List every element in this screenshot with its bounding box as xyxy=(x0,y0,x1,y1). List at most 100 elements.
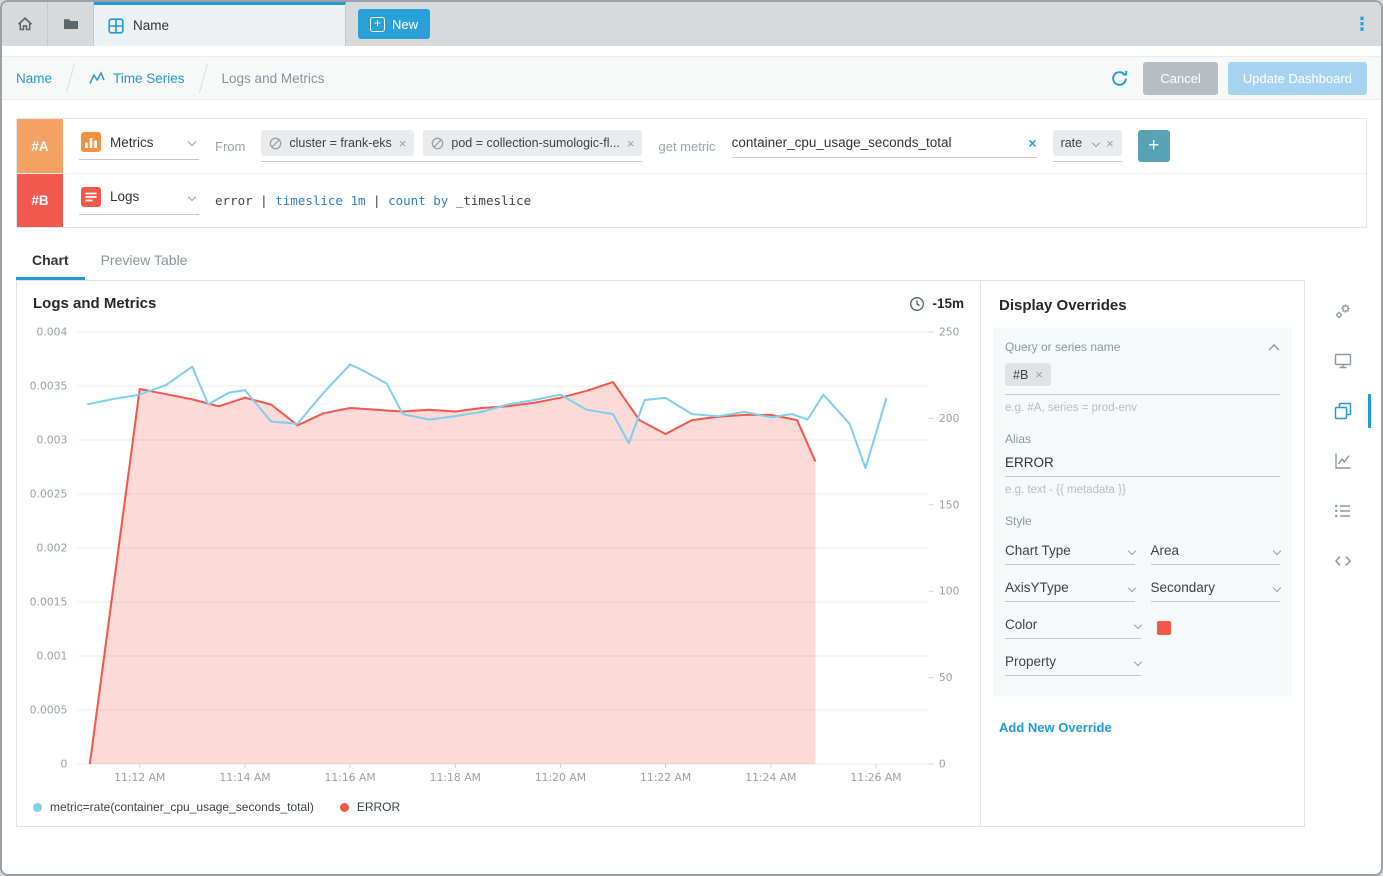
home-icon xyxy=(16,15,34,33)
alias-input[interactable]: ERROR xyxy=(1005,455,1280,477)
svg-text:0.0005: 0.0005 xyxy=(30,704,68,717)
exclude-icon xyxy=(431,137,444,150)
legend-item-error[interactable]: ERROR xyxy=(340,800,400,814)
chevron-down-icon xyxy=(1127,546,1135,554)
svg-text:250: 250 xyxy=(939,326,960,339)
tab-chart[interactable]: Chart xyxy=(16,242,85,280)
metric-name-input[interactable]: container_cpu_usage_seconds_total × xyxy=(732,135,1037,158)
panels-copy-icon xyxy=(1333,401,1353,421)
remove-filter-icon[interactable]: × xyxy=(399,136,407,151)
top-tab-bar: Name + New ⋮ xyxy=(2,2,1381,46)
legend-dot-red xyxy=(340,803,349,812)
kebab-menu-icon[interactable]: ⋮ xyxy=(1353,14,1371,35)
add-new-override-link[interactable]: Add New Override xyxy=(999,720,1112,735)
svg-text:150: 150 xyxy=(939,498,960,511)
display-overrides-panel: Display Overrides Query or series name #… xyxy=(981,280,1305,827)
chevron-down-icon xyxy=(1127,583,1135,591)
chart-panel: Logs and Metrics -15m 00.00050.0010.0015… xyxy=(16,280,981,827)
query-b-label: #B xyxy=(17,174,63,227)
svg-text:0.0035: 0.0035 xyxy=(30,380,68,393)
metrics-filters-field[interactable]: cluster = frank-eks × pod = collection-s… xyxy=(261,130,642,162)
svg-text:200: 200 xyxy=(939,412,960,425)
query-builder: #A Metrics From cluster = frank-eks × xyxy=(16,118,1367,228)
svg-text:11:20 AM: 11:20 AM xyxy=(535,771,586,784)
breadcrumb-current-panel: Logs and Metrics xyxy=(222,71,325,86)
svg-text:0.004: 0.004 xyxy=(37,326,68,339)
chart-type-value-select[interactable]: Area xyxy=(1151,543,1281,565)
style-label: Style xyxy=(1005,514,1280,528)
remove-operator-icon[interactable]: × xyxy=(1106,136,1114,151)
chevron-down-icon xyxy=(1273,546,1281,554)
time-range-control[interactable]: -15m xyxy=(909,296,964,312)
svg-text:11:12 AM: 11:12 AM xyxy=(114,771,165,784)
query-series-chip[interactable]: #B × xyxy=(1005,363,1051,386)
logs-query-text[interactable]: error | timeslice 1m | count by _timesli… xyxy=(215,193,531,208)
breadcrumb-time-series[interactable]: Time Series xyxy=(89,71,185,86)
clear-metric-icon[interactable]: × xyxy=(1028,135,1036,151)
filter-chip-label: pod = collection-sumologic-fl... xyxy=(451,136,619,150)
timeseries-icon xyxy=(89,71,105,85)
cancel-button[interactable]: Cancel xyxy=(1143,62,1217,95)
color-property-select[interactable]: Color xyxy=(1005,617,1141,639)
breadcrumb-time-series-label: Time Series xyxy=(113,71,185,86)
filter-chip-cluster[interactable]: cluster = frank-eks × xyxy=(261,130,414,156)
chart-axes-icon xyxy=(1333,451,1353,471)
svg-text:11:14 AM: 11:14 AM xyxy=(219,771,270,784)
home-button[interactable] xyxy=(2,2,48,46)
chevron-down-icon xyxy=(188,138,196,146)
display-tool-button[interactable] xyxy=(1305,336,1381,386)
color-swatch[interactable] xyxy=(1157,621,1171,635)
remove-series-icon[interactable]: × xyxy=(1035,367,1043,382)
query-row-b: #B Logs error | timeslice 1m | count by … xyxy=(17,173,1366,227)
monitor-icon xyxy=(1333,351,1353,371)
settings-tool-button[interactable] xyxy=(1305,286,1381,336)
get-metric-label: get metric xyxy=(658,139,715,154)
chevron-down-icon xyxy=(1134,620,1142,628)
filter-chip-pod[interactable]: pod = collection-sumologic-fl... × xyxy=(423,130,642,156)
select-value: Property xyxy=(1005,654,1056,669)
folder-icon xyxy=(62,15,80,33)
refresh-button[interactable] xyxy=(1110,69,1129,88)
dashboard-tab[interactable]: Name xyxy=(94,2,346,46)
chart-type-property-select[interactable]: Chart Type xyxy=(1005,543,1135,565)
library-button[interactable] xyxy=(48,2,94,46)
legend-label: metric=rate(container_cpu_usage_seconds_… xyxy=(50,800,314,814)
metrics-icon xyxy=(81,132,101,152)
axis-y-type-property-select[interactable]: AxisYType xyxy=(1005,580,1135,602)
query-series-input[interactable]: #B × xyxy=(1005,363,1280,395)
svg-text:0.001: 0.001 xyxy=(37,650,68,663)
svg-text:100: 100 xyxy=(939,585,960,598)
json-tool-button[interactable] xyxy=(1305,536,1381,586)
tab-preview-table[interactable]: Preview Table xyxy=(85,242,204,280)
axis-y-type-value-select[interactable]: Secondary xyxy=(1151,580,1281,602)
property-select[interactable]: Property xyxy=(1005,654,1141,676)
query-type-label: Logs xyxy=(110,189,139,204)
chevron-down-icon xyxy=(1273,583,1281,591)
select-value: Area xyxy=(1151,543,1180,558)
breadcrumb-bar: Name Time Series Logs and Metrics Cancel… xyxy=(2,56,1381,100)
remove-filter-icon[interactable]: × xyxy=(627,136,635,151)
add-operator-button[interactable]: + xyxy=(1138,130,1170,162)
breadcrumb-dashboard[interactable]: Name xyxy=(16,71,52,86)
query-series-helper: e.g. #A, series = prod-env xyxy=(1005,402,1280,414)
axes-tool-button[interactable] xyxy=(1305,436,1381,486)
query-type-select-metrics[interactable]: Metrics xyxy=(79,132,199,160)
legend-item-metric[interactable]: metric=rate(container_cpu_usage_seconds_… xyxy=(33,800,314,814)
operator-chip-rate[interactable]: rate × xyxy=(1053,130,1122,156)
metric-name-value: container_cpu_usage_seconds_total xyxy=(732,135,952,150)
timeseries-chart[interactable]: 00.00050.0010.00150.0020.00250.0030.0035… xyxy=(17,320,980,798)
query-type-select-logs[interactable]: Logs xyxy=(79,187,199,215)
select-value: Chart Type xyxy=(1005,543,1071,558)
query-type-label: Metrics xyxy=(110,135,154,150)
code-icon xyxy=(1333,551,1353,571)
chevron-up-icon[interactable] xyxy=(1268,344,1280,351)
overrides-tool-button[interactable] xyxy=(1305,386,1381,436)
chevron-down-icon xyxy=(1134,657,1142,665)
new-button[interactable]: + New xyxy=(358,9,430,39)
breadcrumb-separator xyxy=(66,63,75,92)
breadcrumb-dashboard-label: Name xyxy=(16,71,52,86)
update-dashboard-button[interactable]: Update Dashboard xyxy=(1228,62,1367,95)
svg-text:0.002: 0.002 xyxy=(37,542,68,555)
dashboard-tab-label: Name xyxy=(133,18,169,33)
legend-tool-button[interactable] xyxy=(1305,486,1381,536)
